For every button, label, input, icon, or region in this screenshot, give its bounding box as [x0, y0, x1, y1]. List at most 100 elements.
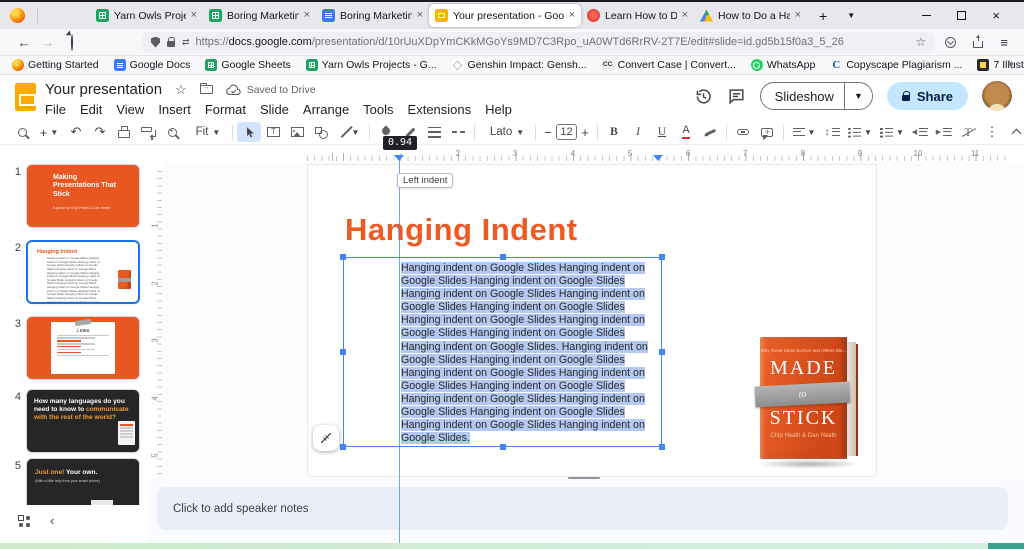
- menu-item[interactable]: View: [109, 101, 151, 118]
- move-folder-icon[interactable]: →: [200, 85, 213, 94]
- reload-icon[interactable]: [60, 35, 84, 50]
- menu-item[interactable]: Extensions: [401, 101, 479, 118]
- menu-item[interactable]: Edit: [73, 101, 109, 118]
- new-tab-button[interactable]: +: [819, 8, 827, 24]
- close-icon[interactable]: [191, 10, 197, 21]
- resize-handle[interactable]: [659, 444, 665, 450]
- lock-icon[interactable]: [167, 41, 175, 47]
- slide-thumbnail-2[interactable]: Hanging Indent Hanging indent on Google …: [26, 240, 140, 304]
- bookmark-item[interactable]: WhatsApp: [751, 59, 815, 71]
- share-button[interactable]: Share: [887, 82, 968, 110]
- bookmark-item[interactable]: Yarn Owls Projects - G...: [306, 59, 437, 71]
- collapse-filmstrip-icon[interactable]: ‹: [50, 513, 54, 528]
- bookmark-item[interactable]: 7 Illustrated Novels fo...: [977, 59, 1024, 71]
- shield-icon[interactable]: [151, 37, 160, 48]
- slide-thumbnail-1[interactable]: Making Presentations That Stick A guide …: [26, 164, 140, 228]
- browser-tab[interactable]: Yarn Owls Projects - Google: [90, 4, 203, 27]
- font-select[interactable]: Lato▼: [479, 122, 531, 142]
- star-icon[interactable]: ☆: [175, 82, 187, 98]
- document-title[interactable]: Your presentation: [45, 81, 162, 98]
- menu-icon[interactable]: ≡: [1000, 35, 1008, 50]
- firefox-view-icon[interactable]: [10, 8, 25, 23]
- url-bar[interactable]: ⇄ https://docs.google.com/presentation/d…: [142, 32, 935, 53]
- forward-icon[interactable]: →: [36, 35, 60, 50]
- insert-shape-icon[interactable]: [309, 122, 333, 142]
- resize-handle[interactable]: [500, 254, 506, 260]
- speaker-notes-input[interactable]: Click to add speaker notes: [157, 487, 1008, 530]
- bookmark-star-icon[interactable]: ☆: [916, 35, 927, 49]
- right-indent-marker[interactable]: [653, 155, 663, 161]
- slide-title[interactable]: Hanging Indent: [345, 212, 578, 248]
- menu-item[interactable]: Help: [478, 101, 519, 118]
- insert-line-icon[interactable]: ▼: [333, 122, 365, 142]
- saved-status[interactable]: Saved to Drive: [226, 84, 316, 96]
- permissions-icon[interactable]: ⇄: [182, 37, 189, 48]
- zoom-select[interactable]: Fit▼: [184, 122, 228, 142]
- browser-tab[interactable]: How to Do a Hanging Inde: [694, 4, 807, 27]
- line-spacing-icon[interactable]: ↕: [820, 122, 844, 142]
- comment-history-icon[interactable]: [727, 87, 746, 106]
- bulleted-list-icon[interactable]: ▼: [844, 122, 876, 142]
- slide-thumbnail-5[interactable]: Just one! Your own. (With a little help …: [26, 458, 140, 506]
- selected-text-box[interactable]: Hanging indent on Google Slides Hanging …: [343, 257, 662, 447]
- menu-item[interactable]: Format: [198, 101, 253, 118]
- close-window-icon[interactable]: ×: [992, 9, 1000, 22]
- menu-item[interactable]: File: [38, 101, 73, 118]
- border-weight-icon[interactable]: [422, 122, 446, 142]
- bookmark-item[interactable]: Genshin Impact: Gensh...: [452, 59, 587, 71]
- slides-logo-icon[interactable]: [15, 83, 36, 111]
- resize-handle[interactable]: [340, 254, 346, 260]
- pocket-icon[interactable]: [945, 37, 956, 48]
- menu-item[interactable]: Arrange: [296, 101, 356, 118]
- insert-image-icon[interactable]: [285, 122, 309, 142]
- browser-tab[interactable]: Your presentation - Google: [429, 4, 581, 27]
- avatar[interactable]: [982, 81, 1012, 111]
- slide-body-text[interactable]: Hanging indent on Google Slides Hanging …: [344, 258, 661, 446]
- book-image[interactable]: Why Some Ideas Survive and Others Die...…: [760, 337, 856, 463]
- slideshow-button[interactable]: Slideshow ▼: [760, 82, 873, 110]
- font-size-input[interactable]: 12: [556, 122, 577, 142]
- close-icon[interactable]: [417, 10, 423, 21]
- grid-view-icon[interactable]: [18, 515, 30, 527]
- bookmark-item[interactable]: Getting Started: [12, 59, 99, 71]
- undo-icon[interactable]: ↶: [64, 122, 88, 142]
- browser-tab[interactable]: Boring Marketing_How To D: [316, 4, 429, 27]
- numbered-list-icon[interactable]: ▼: [876, 122, 908, 142]
- text-box-icon[interactable]: [261, 122, 285, 142]
- align-icon[interactable]: ▼: [788, 122, 820, 142]
- minimize-icon[interactable]: [922, 15, 931, 16]
- resize-handle[interactable]: [340, 444, 346, 450]
- clear-formatting-icon[interactable]: T: [956, 122, 980, 142]
- chevron-down-icon[interactable]: ▼: [845, 91, 872, 101]
- back-icon[interactable]: ←: [12, 35, 36, 50]
- floating-format-button[interactable]: [313, 425, 339, 451]
- bookmarks-overflow-icon[interactable]: »: [1008, 58, 1014, 70]
- more-options-icon[interactable]: ⋮: [980, 122, 1004, 142]
- insert-link-icon[interactable]: [731, 122, 755, 142]
- slide-canvas[interactable]: Hanging Indent Hanging indent on Google …: [163, 162, 1024, 478]
- redo-icon[interactable]: ↷: [88, 122, 112, 142]
- slide-thumbnail-3[interactable]: i. Intro: [26, 316, 140, 380]
- highlight-color-icon[interactable]: [698, 122, 722, 142]
- resize-handle[interactable]: [659, 254, 665, 260]
- browser-tab[interactable]: Boring Marketing Internal -: [203, 4, 316, 27]
- zoom-icon[interactable]: [160, 122, 184, 142]
- close-icon[interactable]: [682, 10, 688, 21]
- close-icon[interactable]: [795, 10, 801, 21]
- notes-resize-handle[interactable]: [568, 477, 600, 479]
- close-icon[interactable]: [569, 10, 575, 21]
- add-comment-icon[interactable]: [755, 122, 779, 142]
- menu-item[interactable]: Insert: [151, 101, 198, 118]
- search-menus-icon[interactable]: [10, 122, 34, 142]
- select-tool[interactable]: [237, 122, 261, 142]
- menu-item[interactable]: Slide: [253, 101, 296, 118]
- maximize-icon[interactable]: [957, 11, 966, 20]
- resize-handle[interactable]: [340, 349, 346, 355]
- paint-format-icon[interactable]: [136, 122, 160, 142]
- decrease-indent-icon[interactable]: ◀: [908, 122, 932, 142]
- text-color-icon[interactable]: A: [674, 122, 698, 142]
- hide-menus-icon[interactable]: [1004, 122, 1024, 142]
- underline-icon[interactable]: U: [650, 122, 674, 142]
- list-all-tabs-icon[interactable]: ▼: [847, 11, 855, 20]
- italic-icon[interactable]: I: [626, 122, 650, 142]
